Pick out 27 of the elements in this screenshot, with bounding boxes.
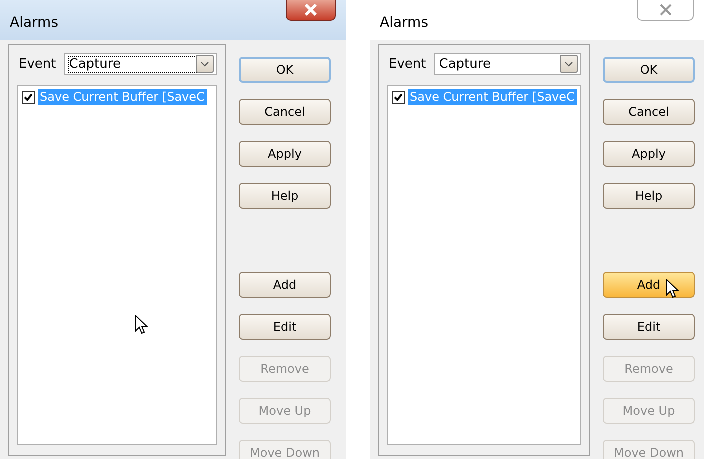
close-icon: [304, 4, 318, 16]
window-title: Alarms: [379, 15, 428, 33]
dialog-button[interactable]: Cancel: [603, 99, 695, 125]
dialog-button[interactable]: Help: [239, 183, 331, 209]
chevron-down-icon: [201, 62, 209, 66]
dialog-button[interactable]: Help: [603, 183, 695, 209]
dialog-button[interactable]: Edit: [603, 314, 695, 340]
dialog-button[interactable]: OK: [603, 57, 695, 83]
event-dropdown[interactable]: Capture: [434, 53, 581, 75]
field-label: Event: [19, 56, 56, 72]
close-button[interactable]: [286, 0, 336, 21]
cursor-icon: [666, 279, 679, 299]
window-title: Alarms: [9, 15, 58, 33]
checkbox[interactable]: [392, 90, 405, 104]
cursor-icon: [135, 315, 148, 335]
event-dropdown[interactable]: Capture: [64, 53, 217, 75]
close-icon: [658, 4, 672, 16]
dialog-button[interactable]: OK: [239, 57, 331, 83]
dialog-button[interactable]: Apply: [239, 141, 331, 167]
chevron-down-icon: [565, 62, 573, 66]
dialog-button[interactable]: Edit: [239, 314, 331, 340]
dialog-button[interactable]: Apply: [603, 141, 695, 167]
dialog-button[interactable]: Add: [603, 272, 695, 298]
field-label: Event: [389, 56, 426, 72]
checkbox[interactable]: [22, 90, 35, 104]
dialog-button[interactable]: Cancel: [239, 99, 331, 125]
dialog-button[interactable]: Add: [239, 272, 331, 298]
